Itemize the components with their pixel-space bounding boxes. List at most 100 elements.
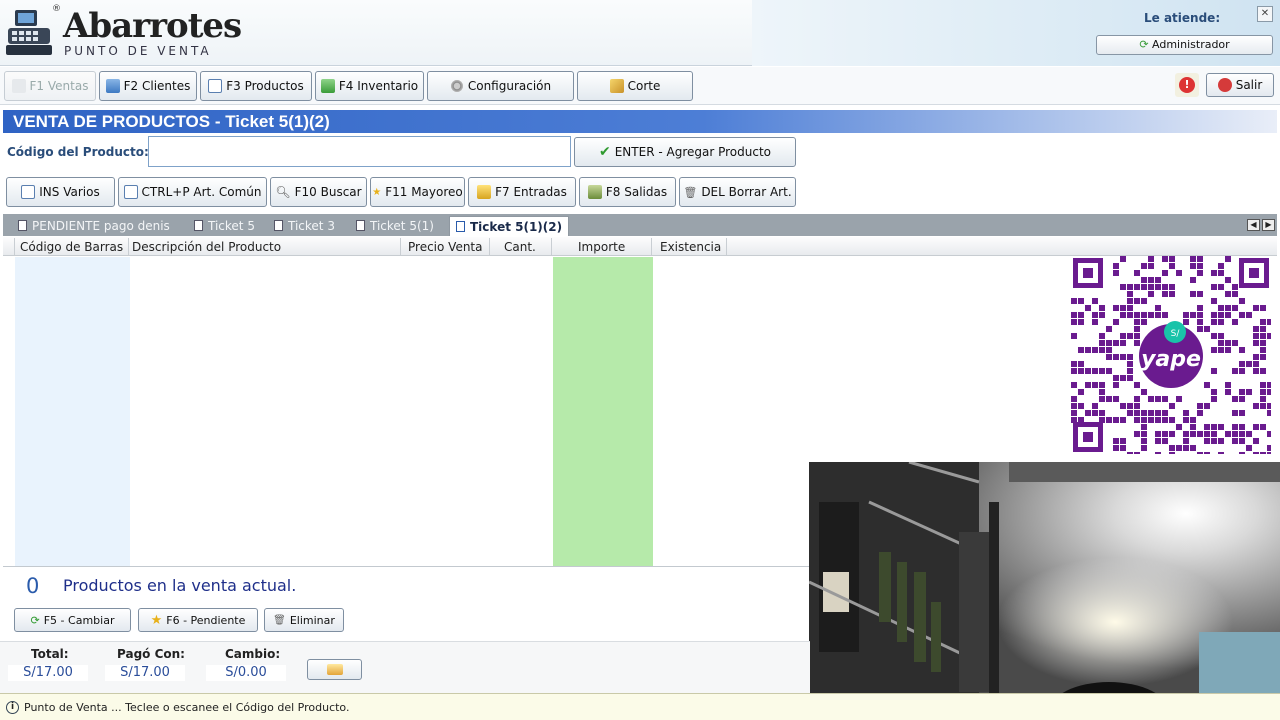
tab-scroll-controls: ◀ ▶ bbox=[1247, 219, 1275, 231]
qr-currency: S/ bbox=[1171, 329, 1181, 339]
nav-ventas-label: F1 Ventas bbox=[29, 79, 89, 93]
wholesale-button[interactable]: ★ F11 Mayoreo bbox=[370, 177, 465, 207]
paid-value: S/17.00 bbox=[105, 665, 185, 681]
pending-label: F6 - Pendiente bbox=[166, 613, 246, 627]
alert-button[interactable]: ! bbox=[1175, 73, 1199, 97]
barcode-column-body bbox=[15, 257, 130, 566]
products-icon bbox=[208, 79, 223, 93]
delete-item-button[interactable]: 🗑︎ DEL Borrar Art. bbox=[679, 177, 796, 207]
tab-label: Ticket 5 bbox=[208, 218, 255, 233]
tab-label: PENDIENTE pago denis bbox=[32, 218, 170, 233]
add-product-button[interactable]: ✔ ENTER - Agregar Producto bbox=[574, 137, 796, 167]
status-bar: i Punto de Venta ... Teclee o escanee el… bbox=[0, 693, 1280, 720]
status-text: Punto de Venta ... Teclee o escanee el C… bbox=[24, 700, 350, 714]
tab-ticket-5[interactable]: Ticket 5 bbox=[188, 216, 261, 235]
tab-label: Ticket 3 bbox=[288, 218, 335, 233]
add-product-label: ENTER - Agregar Producto bbox=[614, 145, 771, 159]
star-icon: ★ bbox=[150, 612, 163, 628]
wholesale-label: F11 Mayoreo bbox=[385, 185, 463, 199]
nav-inventario-label: F4 Inventario bbox=[338, 79, 419, 93]
tab-scroll-right-icon[interactable]: ▶ bbox=[1262, 219, 1275, 231]
nav-configuracion-button[interactable]: Configuración bbox=[427, 71, 574, 101]
users-icon bbox=[105, 79, 120, 93]
cash-drawer-icon bbox=[326, 664, 343, 675]
total-value: S/17.00 bbox=[8, 665, 88, 681]
close-button[interactable]: ✕ bbox=[1257, 6, 1273, 22]
paid-label: Pagó Con: bbox=[117, 647, 185, 661]
varios-button[interactable]: INS Varios bbox=[6, 177, 115, 207]
swap-icon: ⟳ bbox=[30, 613, 40, 627]
change-value: S/0.00 bbox=[206, 665, 286, 681]
ticket-icon bbox=[194, 220, 203, 231]
nav-configuracion-label: Configuración bbox=[467, 79, 552, 93]
entries-button[interactable]: F7 Entradas bbox=[468, 177, 576, 207]
amount-column-body bbox=[553, 257, 653, 566]
cash-register-icon bbox=[6, 8, 52, 56]
col-quantity[interactable]: Cant. bbox=[504, 240, 536, 254]
header-right-panel bbox=[752, 0, 1280, 66]
common-item-button[interactable]: CTRL+P Art. Común bbox=[118, 177, 267, 207]
logo-subtitle: PUNTO DE VENTA bbox=[64, 44, 212, 58]
tab-scroll-left-icon[interactable]: ◀ bbox=[1247, 219, 1260, 231]
tab-label: Ticket 5(1) bbox=[370, 218, 434, 233]
exit-icon bbox=[1217, 78, 1232, 92]
search-button[interactable]: 🔍︎ F10 Buscar bbox=[270, 177, 367, 207]
nav-inventario-button[interactable]: F4 Inventario bbox=[315, 71, 424, 101]
yape-qr-code: S/ yape bbox=[1071, 256, 1273, 458]
items-count: 0 bbox=[26, 574, 40, 598]
exit-label: Salir bbox=[1235, 78, 1263, 92]
page-icon bbox=[123, 185, 138, 199]
info-icon: i bbox=[6, 700, 19, 714]
tab-pendiente[interactable]: PENDIENTE pago denis bbox=[12, 216, 176, 235]
product-code-input[interactable] bbox=[148, 136, 571, 167]
exits-label: F8 Salidas bbox=[605, 185, 668, 199]
nav-corte-button[interactable]: Corte bbox=[577, 71, 693, 101]
coins-icon bbox=[477, 185, 492, 199]
user-name: Administrador bbox=[1152, 38, 1230, 51]
nav-clientes-button[interactable]: F2 Clientes bbox=[99, 71, 197, 101]
cart-icon bbox=[11, 79, 26, 93]
ticket-icon bbox=[356, 220, 365, 231]
search-label: F10 Buscar bbox=[294, 185, 362, 199]
varios-label: INS Varios bbox=[39, 185, 100, 199]
yape-logo-text: yape bbox=[1141, 347, 1201, 372]
document-icon bbox=[21, 185, 36, 199]
check-icon: ✔ bbox=[598, 144, 611, 160]
nav-productos-label: F3 Productos bbox=[226, 79, 304, 93]
page-title: VENTA DE PRODUCTOS - Ticket 5(1)(2) bbox=[3, 110, 1277, 133]
change-ticket-button[interactable]: ⟳ F5 - Cambiar bbox=[14, 608, 131, 632]
delete-item-label: DEL Borrar Art. bbox=[701, 185, 792, 199]
money-icon bbox=[587, 185, 602, 199]
tab-ticket-5-1-2[interactable]: Ticket 5(1)(2) bbox=[449, 216, 570, 236]
ticket-icon bbox=[274, 220, 283, 231]
exit-button[interactable]: Salir bbox=[1206, 73, 1274, 97]
ticket-icon bbox=[456, 221, 465, 232]
change-label: Cambio: bbox=[225, 647, 281, 661]
nav-ventas-button[interactable]: F1 Ventas bbox=[4, 71, 96, 101]
pending-button[interactable]: ★ F6 - Pendiente bbox=[138, 608, 258, 632]
col-amount[interactable]: Importe bbox=[578, 240, 625, 254]
common-item-label: CTRL+P Art. Común bbox=[141, 185, 262, 199]
logo-title: Abarrotes bbox=[63, 6, 242, 46]
attendant-label: Le atiende: bbox=[1144, 11, 1221, 25]
col-stock[interactable]: Existencia bbox=[660, 240, 721, 254]
tab-ticket-3[interactable]: Ticket 3 bbox=[268, 216, 341, 235]
col-description[interactable]: Descripción del Producto bbox=[132, 240, 281, 254]
cash-drawer-button[interactable] bbox=[307, 659, 362, 680]
tab-ticket-5-1[interactable]: Ticket 5(1) bbox=[350, 216, 440, 235]
exits-button[interactable]: F8 Salidas bbox=[579, 177, 676, 207]
ticket-icon bbox=[18, 220, 27, 231]
delete-ticket-button[interactable]: 🗑︎ Eliminar bbox=[264, 608, 344, 632]
col-price[interactable]: Precio Venta bbox=[408, 240, 483, 254]
nav-corte-label: Corte bbox=[627, 79, 661, 93]
refresh-icon: ⟳ bbox=[1139, 38, 1149, 51]
col-barcode[interactable]: Código de Barras bbox=[20, 240, 123, 254]
star-icon: ★ bbox=[372, 186, 382, 198]
entries-label: F7 Entradas bbox=[495, 185, 567, 199]
trash-icon: 🗑︎ bbox=[683, 185, 698, 199]
gear-icon bbox=[449, 79, 464, 93]
nav-productos-button[interactable]: F3 Productos bbox=[200, 71, 312, 101]
change-ticket-label: F5 - Cambiar bbox=[43, 613, 115, 627]
items-count-label: Productos en la venta actual. bbox=[63, 576, 297, 595]
user-button[interactable]: ⟳ Administrador bbox=[1096, 35, 1273, 55]
